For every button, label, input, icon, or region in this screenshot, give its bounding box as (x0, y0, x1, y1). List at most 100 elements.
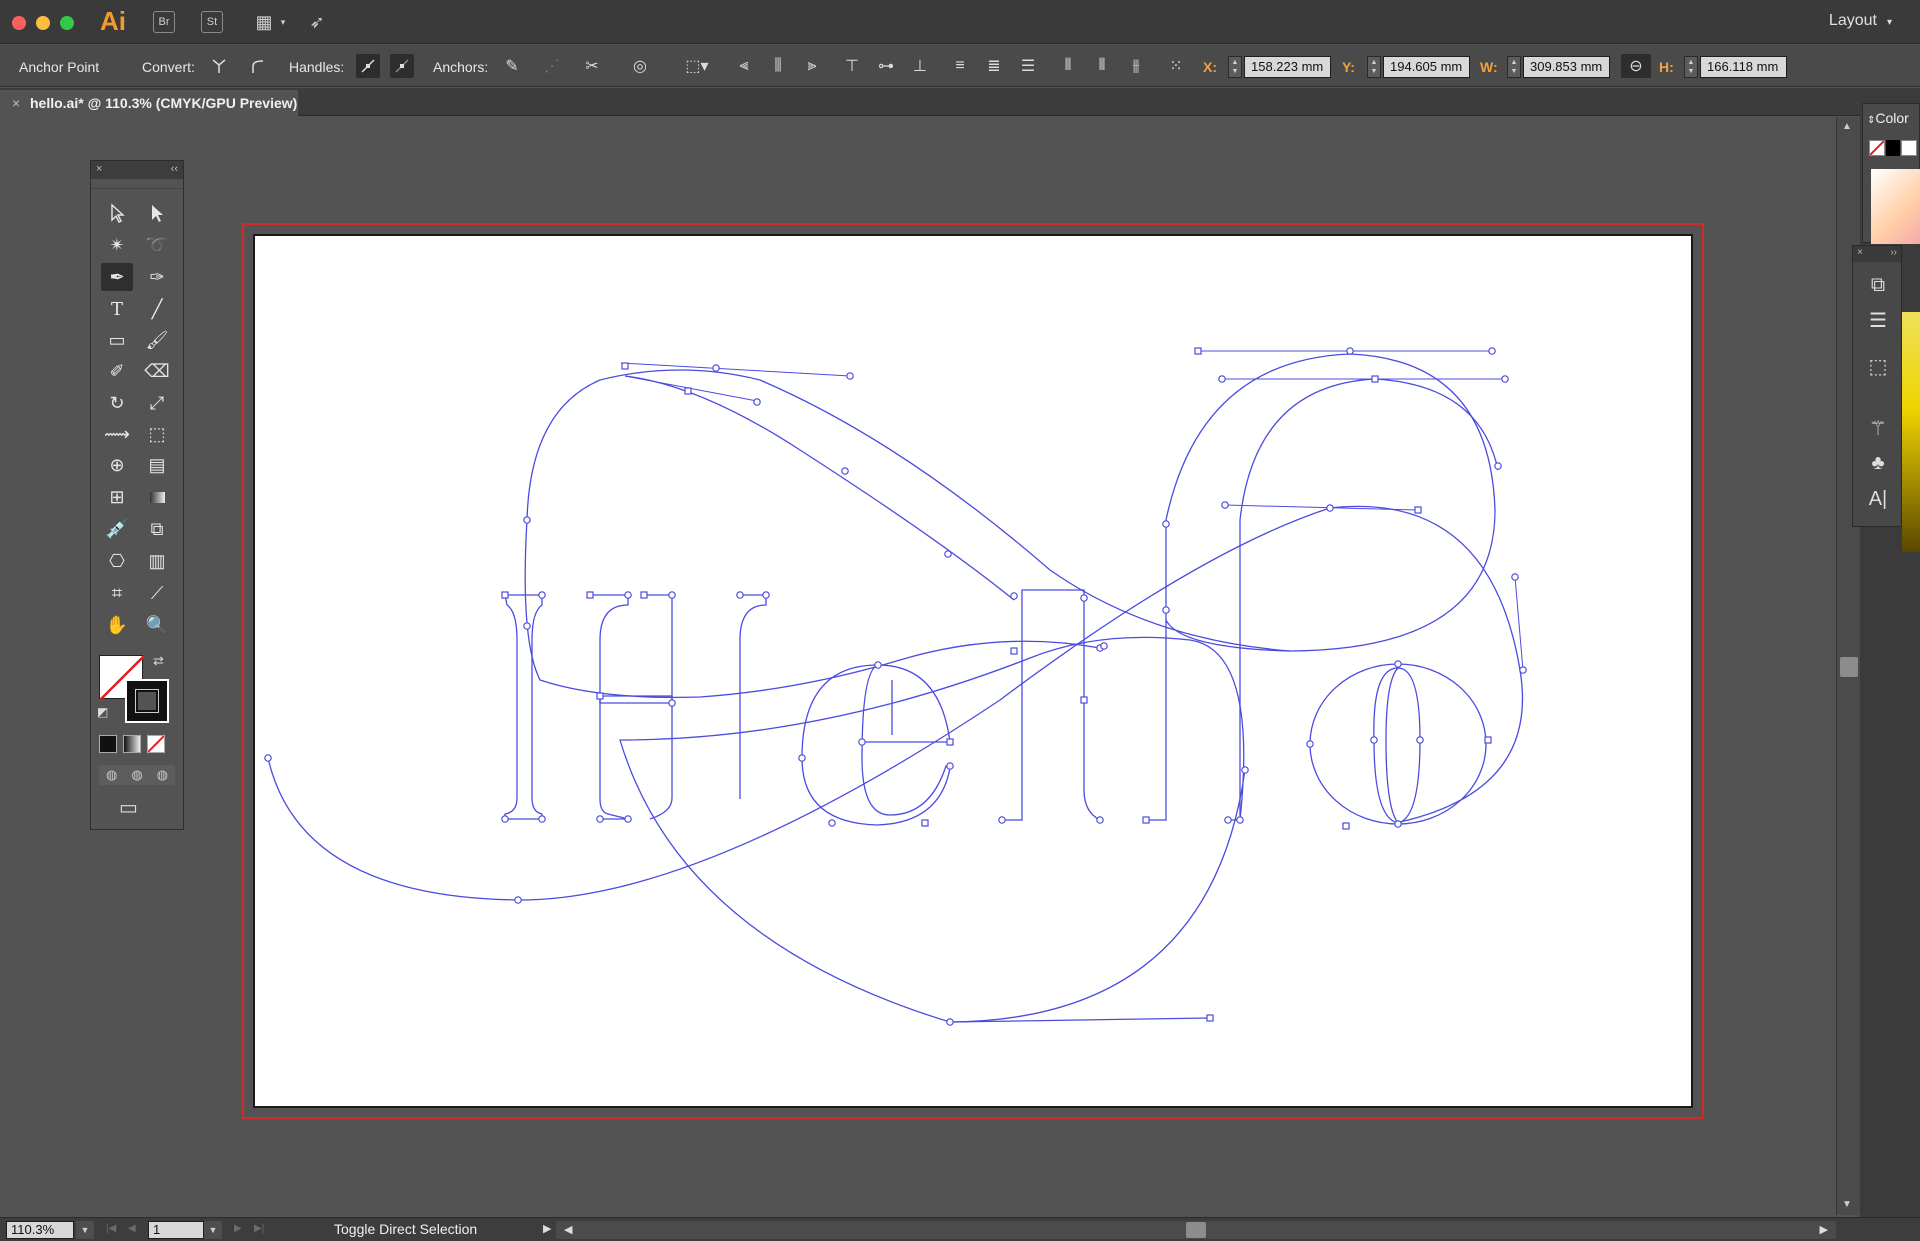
tools-grip[interactable] (91, 179, 183, 189)
anchor-point[interactable] (538, 591, 546, 599)
anchor-point[interactable] (1080, 594, 1088, 602)
scroll-right-icon[interactable]: ▶ (1820, 1223, 1828, 1236)
anchor-point[interactable] (1142, 816, 1150, 824)
anchor-point[interactable] (668, 699, 676, 707)
horizontal-scrollbar[interactable]: ◀ ▶ (556, 1221, 1836, 1239)
anchor-point[interactable] (1371, 375, 1379, 383)
anchor-point[interactable] (1162, 606, 1170, 614)
artboard-number-field[interactable]: 1 (148, 1221, 204, 1239)
slice-icon[interactable]: ⟋ (141, 579, 173, 607)
zoom-field[interactable]: 110.3% (6, 1221, 74, 1239)
anchor-point[interactable] (501, 815, 509, 823)
h-stepper[interactable]: ▲ ▼ (1684, 56, 1698, 78)
anchor-point[interactable] (828, 819, 836, 827)
blend-icon[interactable]: ⧉ (141, 515, 173, 543)
show-handles-icon[interactable] (356, 54, 380, 78)
stock-button[interactable]: St (201, 11, 223, 33)
letter-e-path[interactable] (801, 664, 951, 826)
distribute-top-icon[interactable]: ≡ (948, 54, 972, 78)
distribute-middle-icon[interactable]: ≣ (982, 54, 1006, 78)
align-to-selection-icon[interactable]: ⬚▾ (680, 54, 714, 78)
letter-l-path[interactable] (1146, 353, 1496, 821)
anchor-point[interactable] (1416, 736, 1424, 744)
type-icon[interactable]: T (101, 295, 133, 323)
h-field[interactable]: 166.118 mm (1700, 56, 1787, 78)
color-spectrum[interactable] (1871, 169, 1920, 244)
swash-path[interactable] (624, 375, 1015, 601)
pen-icon[interactable]: ✒ (101, 263, 133, 291)
anchor-point[interactable] (1494, 462, 1502, 470)
scroll-left-icon[interactable]: ◀ (564, 1223, 572, 1236)
close-panel-icon[interactable]: × (1857, 247, 1863, 258)
anchor-point[interactable] (736, 591, 744, 599)
anchor-point[interactable] (523, 516, 531, 524)
black-swatch[interactable] (1886, 140, 1900, 156)
anchor-point[interactable] (1346, 347, 1354, 355)
letter-h-path[interactable] (739, 594, 767, 799)
y-field[interactable]: 194.605 mm (1383, 56, 1470, 78)
artboard-dropdown-icon[interactable]: ▼ (204, 1221, 222, 1239)
anchor-point[interactable] (1394, 660, 1402, 668)
anchor-point[interactable] (596, 815, 604, 823)
letter-l-path[interactable] (1002, 589, 1101, 821)
anchor-point[interactable] (1100, 642, 1108, 650)
drawing-modes-icon[interactable]: ◍ ◍ ◍ (99, 765, 175, 785)
pathfinder-icon[interactable]: ⧉ (1865, 274, 1891, 300)
shape-builder-icon[interactable]: ⊕ (101, 451, 133, 479)
swash-path[interactable] (526, 369, 1291, 652)
x-field[interactable]: 158.223 mm (1244, 56, 1331, 78)
anchor-point[interactable] (1010, 592, 1018, 600)
tools-panel-header[interactable]: × ‹‹ (91, 161, 183, 179)
x-stepper[interactable]: ▲ ▼ (1228, 56, 1242, 78)
anchor-point[interactable] (998, 816, 1006, 824)
mesh-icon[interactable]: ⊞ (101, 483, 133, 511)
anchor-point[interactable] (514, 896, 522, 904)
column-graph-icon[interactable]: ▥ (141, 547, 173, 575)
anchor-point[interactable] (1342, 822, 1350, 830)
stroke-panel-icon[interactable]: ☰ (1865, 308, 1891, 334)
constrain-proportions-icon[interactable]: ⊖ (1621, 54, 1651, 78)
document-tab[interactable]: × hello.ai* @ 110.3% (CMYK/GPU Preview) (0, 90, 298, 116)
distribute-bottom-icon[interactable]: ☰ (1016, 54, 1040, 78)
anchor-point[interactable] (523, 622, 531, 630)
status-menu-icon[interactable]: ▶ (543, 1222, 551, 1235)
letter-o-inner-path[interactable] (1373, 667, 1421, 824)
rotate-icon[interactable]: ↻ (101, 389, 133, 417)
stroke-swatch[interactable] (125, 679, 169, 723)
transform-panel-icon[interactable]: ⬚ (1865, 354, 1891, 380)
letter-h-path[interactable] (644, 594, 673, 820)
workspace-switcher[interactable]: Layout ▾ (1829, 12, 1892, 30)
anchor-point[interactable] (753, 398, 761, 406)
anchor-point[interactable] (1501, 375, 1509, 383)
anchor-point[interactable] (684, 387, 692, 395)
anchor-point[interactable] (1206, 1014, 1214, 1022)
anchor-point[interactable] (1394, 820, 1402, 828)
gradient-icon[interactable] (141, 483, 173, 511)
anchor-point[interactable] (1511, 573, 1519, 581)
anchor-point[interactable] (946, 738, 954, 746)
default-fill-stroke-icon[interactable]: ◩ (97, 705, 108, 719)
w-field[interactable]: 309.853 mm (1523, 56, 1610, 78)
align-middle-icon[interactable]: ⊶ (874, 54, 898, 78)
swap-fill-stroke-icon[interactable]: ⇄ (153, 653, 164, 669)
shaper-icon[interactable]: ✐ (101, 357, 133, 385)
white-swatch[interactable] (1901, 140, 1917, 156)
collapsed-panels-header[interactable]: × ›› (1853, 246, 1901, 262)
symbols-icon[interactable]: ♣ (1865, 452, 1891, 478)
anchor-point[interactable] (624, 591, 632, 599)
anchor-point[interactable] (596, 692, 604, 700)
anchor-point[interactable] (1224, 816, 1232, 824)
align-center-icon[interactable]: ⫼ (766, 54, 790, 78)
curvature-icon[interactable]: ✑ (141, 263, 173, 291)
horizontal-scroll-thumb[interactable] (1186, 1222, 1206, 1238)
anchor-point[interactable] (501, 591, 509, 599)
eyedropper-icon[interactable]: 💉 (101, 515, 133, 543)
w-stepper[interactable]: ▲ ▼ (1507, 56, 1521, 78)
anchor-point[interactable] (1218, 375, 1226, 383)
arrange-documents-icon[interactable]: ▦ (251, 11, 277, 33)
distribute-left-icon[interactable]: ⦀ (1056, 54, 1080, 78)
align-right-icon[interactable]: ⫸ (800, 54, 824, 78)
scale-icon[interactable]: ⤢ (141, 389, 173, 417)
symbol-sprayer-icon[interactable]: ⎔ (101, 547, 133, 575)
cut-path-icon[interactable]: ✂ (580, 54, 604, 78)
